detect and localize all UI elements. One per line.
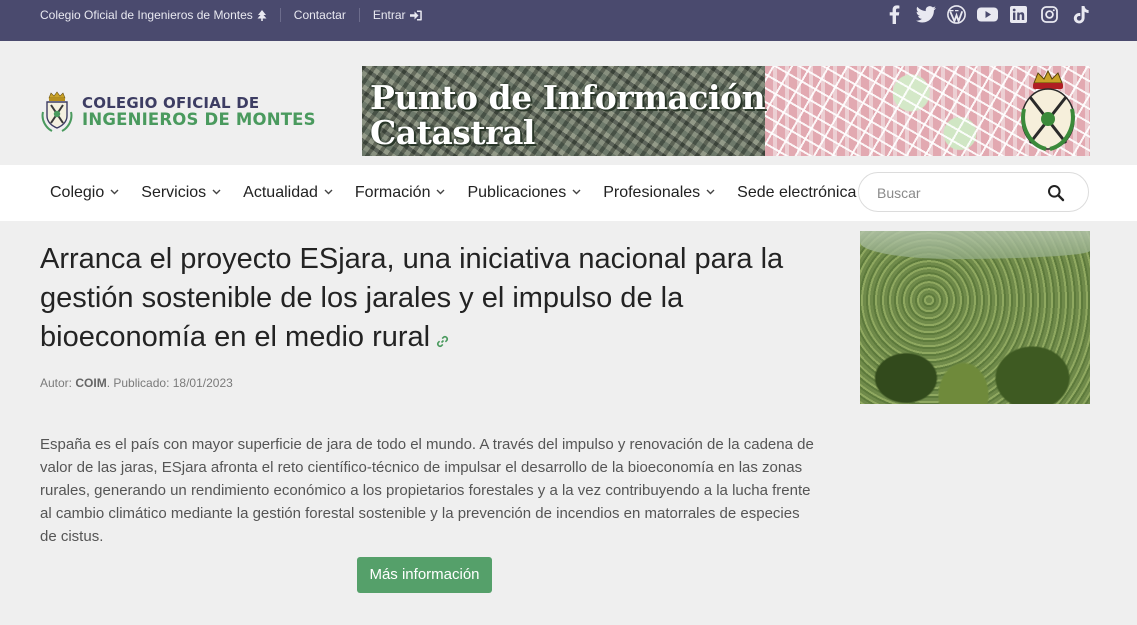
article-title: Arranca el proyecto ESjara, una iniciati…: [40, 240, 820, 359]
contact-link[interactable]: Contactar: [294, 8, 346, 22]
author-name[interactable]: COIM: [75, 376, 106, 390]
coat-of-arms-icon: [1021, 69, 1075, 151]
sign-in-icon: [409, 10, 422, 20]
site-header: COLEGIO OFICIAL DE INGENIEROS DE MONTES …: [0, 41, 1137, 165]
article-body: España es el país con mayor superficie d…: [40, 436, 814, 545]
tiktok-icon[interactable]: [1070, 4, 1091, 25]
more-info-button[interactable]: Más información: [357, 557, 492, 593]
nav-item-label: Actualidad: [243, 184, 318, 201]
article: Arranca el proyecto ESjara, una iniciati…: [40, 240, 820, 359]
nav-item-actualidad[interactable]: Actualidad: [243, 184, 333, 202]
chevron-down-icon: [110, 187, 119, 198]
login-label: Entrar: [372, 8, 406, 22]
permalink-icon[interactable]: [436, 320, 449, 359]
catastro-banner[interactable]: Punto de Información Catastral: [362, 66, 1090, 156]
logo-line-1: COLEGIO OFICIAL DE: [82, 94, 260, 112]
nav-menu: Colegio Servicios Actualidad Formación Publi…: [50, 165, 878, 221]
nav-item-publicaciones[interactable]: Publicaciones: [467, 184, 581, 202]
nav-item-label: Formación: [354, 184, 431, 201]
published-date: . Publicado: 18/01/2023: [106, 376, 233, 390]
article-meta: Autor: COIM. Publicado: 18/01/2023: [40, 376, 233, 390]
divider: [279, 8, 281, 22]
nav-item-label: Colegio: [50, 184, 105, 201]
search-icon[interactable]: [1047, 184, 1065, 202]
chevron-down-icon: [572, 187, 581, 198]
social-links: [884, 4, 1091, 25]
nav-item-profesionales[interactable]: Profesionales: [603, 184, 715, 202]
top-links: Colegio Oficial de Ingenieros de Montes …: [40, 0, 422, 30]
nav-item-sede-electrónica[interactable]: Sede electrónica: [737, 184, 856, 202]
article-title-text: Arranca el proyecto ESjara, una iniciati…: [40, 243, 784, 353]
org-link[interactable]: Colegio Oficial de Ingenieros de Montes: [40, 8, 267, 22]
wordpress-icon[interactable]: [946, 4, 967, 25]
instagram-icon[interactable]: [1039, 4, 1060, 25]
author-label: Autor:: [40, 376, 76, 390]
nav-item-servicios[interactable]: Servicios: [141, 184, 221, 202]
linkedin-icon[interactable]: [1008, 4, 1029, 25]
facebook-icon[interactable]: [884, 4, 905, 25]
chevron-down-icon: [212, 187, 221, 198]
login-link[interactable]: Entrar: [373, 8, 422, 22]
nav-item-label: Publicaciones: [467, 184, 567, 201]
article-image[interactable]: [860, 231, 1090, 404]
banner-title-line-2: Catastral: [370, 113, 535, 152]
chevron-down-icon: [324, 187, 333, 198]
search-box: [858, 172, 1089, 212]
logo-text: COLEGIO OFICIAL DE INGENIEROS DE MONTES: [82, 95, 316, 129]
org-link-label: Colegio Oficial de Ingenieros de Montes: [40, 8, 253, 22]
logo-line-2: INGENIEROS DE MONTES: [82, 110, 316, 129]
youtube-icon[interactable]: [977, 4, 998, 25]
nav-item-label: Profesionales: [603, 184, 701, 201]
banner-title-line-1: Punto de Información: [370, 78, 766, 117]
nav-item-formación[interactable]: Formación: [355, 184, 446, 202]
divider: [358, 8, 360, 22]
nav-item-label: Servicios: [141, 184, 207, 201]
nav-item-colegio[interactable]: Colegio: [50, 184, 119, 202]
nav-item-label: Sede electrónica: [737, 184, 857, 201]
main-nav: Colegio Servicios Actualidad Formación Publi…: [0, 165, 1137, 221]
site-logo[interactable]: COLEGIO OFICIAL DE INGENIEROS DE MONTES: [40, 90, 316, 134]
crest-icon: [41, 91, 73, 132]
top-bar: Colegio Oficial de Ingenieros de Montes …: [0, 0, 1137, 41]
chevron-down-icon: [706, 187, 715, 198]
banner-title: Punto de Información Catastral: [370, 78, 766, 152]
chevron-down-icon: [436, 187, 445, 198]
search-input[interactable]: [877, 182, 1047, 204]
tree-icon: [257, 9, 267, 21]
twitter-icon[interactable]: [915, 4, 936, 25]
